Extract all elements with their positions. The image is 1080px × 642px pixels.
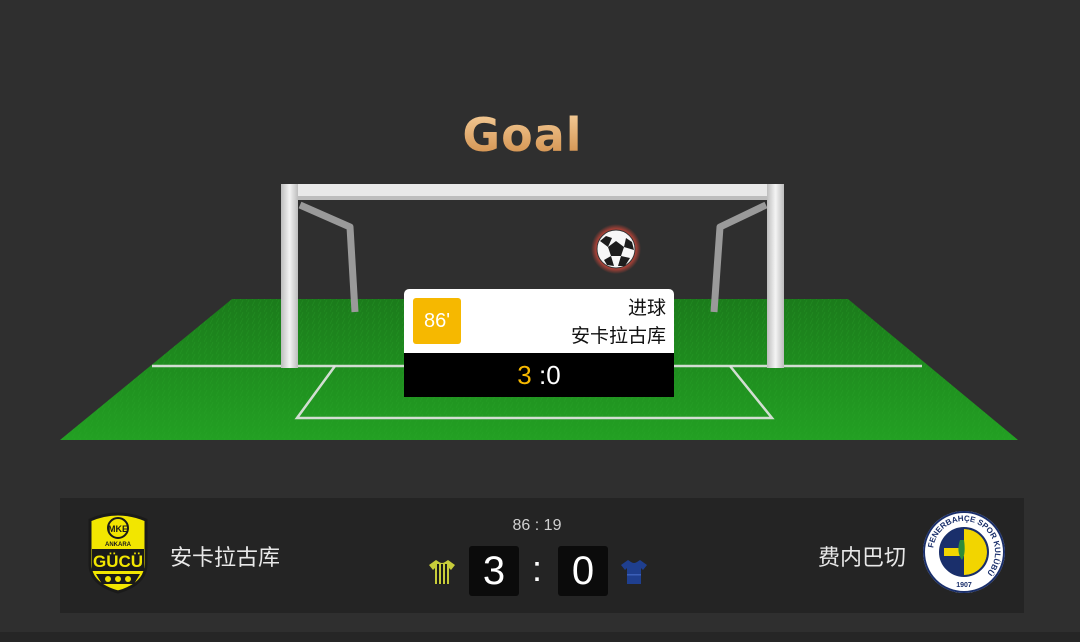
away-team-name: 费内巴切: [817, 546, 906, 571]
score-separator: :: [532, 548, 543, 589]
pitch-scene: [60, 184, 1018, 440]
match-scorebar: MKE ANKARA GÜCÜ 安卡拉古库 86 : 19 3 : 0 费内巴切: [60, 498, 1024, 613]
home-score: 3: [469, 546, 519, 596]
home-jersey-icon: [429, 560, 455, 584]
away-score: 0: [558, 546, 608, 596]
match-clock: 86 : 19: [512, 517, 562, 534]
svg-text:1907: 1907: [956, 582, 972, 589]
away-jersey-icon: [621, 560, 647, 584]
event-score: 3 :0: [404, 353, 674, 397]
goal-event-card: 86' 进球 安卡拉古库 3 :0: [404, 289, 674, 397]
event-score-away: 0: [546, 360, 561, 390]
goal-animation-stage: Goal 86' 进球 安卡拉古库 3 :0 MKE ANKARA GÜCÜ 安…: [0, 0, 1080, 642]
soccer-ball-icon: [591, 224, 641, 274]
event-card-header: 86' 进球 安卡拉古库: [404, 289, 674, 353]
goal-title: Goal: [0, 108, 1045, 162]
svg-text:ANKARA: ANKARA: [105, 542, 132, 548]
svg-text:GÜCÜ: GÜCÜ: [93, 552, 143, 571]
event-score-separator: :: [531, 360, 547, 390]
home-team-name: 安卡拉古库: [170, 546, 281, 571]
bottom-strip: [0, 632, 1080, 642]
away-team-crest: FENERBAHÇE SPOR KULÜBÜ 1907: [923, 511, 1005, 593]
event-minute-badge: 86': [413, 298, 461, 344]
event-team-label: 安卡拉古库: [570, 325, 666, 347]
event-type-label: 进球: [627, 297, 666, 319]
event-score-home: 3: [517, 360, 532, 390]
